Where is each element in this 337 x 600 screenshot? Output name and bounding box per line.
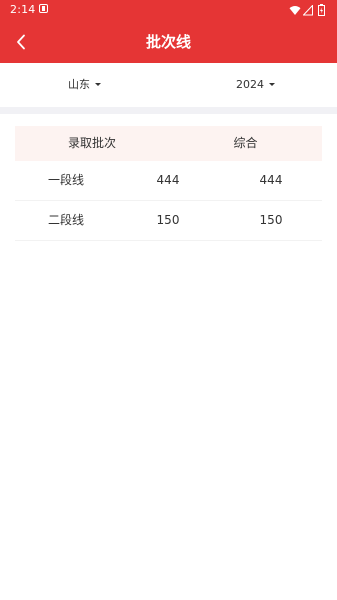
header-batch: 录取批次	[67, 136, 116, 150]
battery-icon	[318, 4, 325, 16]
table-row: 一段线 444 444	[15, 161, 322, 201]
year-value: 2024	[236, 78, 264, 91]
row-batch-name: 一段线	[47, 173, 84, 187]
status-icons	[289, 3, 329, 17]
app-bar: 批次线	[0, 20, 337, 63]
batch-line-table: 录取批次 综合 一段线 444 444 二段线 150 150	[15, 126, 322, 241]
province-value: 山东	[68, 78, 90, 91]
status-bar: 2:14	[0, 0, 337, 20]
status-time: 2:14	[10, 3, 36, 16]
table-header: 录取批次 综合	[15, 126, 322, 161]
table-row: 二段线 150 150	[15, 201, 322, 241]
year-dropdown[interactable]: 2024	[236, 76, 275, 94]
row-score: 444	[156, 173, 180, 187]
signal-icon	[303, 5, 313, 16]
app-screen: 2:14 批次线 山东 2024 录取批次 综合 一段线 444 444 二段线…	[0, 0, 337, 600]
row-score: 150	[156, 213, 180, 227]
province-dropdown[interactable]: 山东	[68, 76, 101, 94]
wifi-icon	[289, 5, 301, 15]
row-score: 444	[259, 173, 283, 187]
caret-down-icon	[95, 82, 101, 86]
row-batch-name: 二段线	[47, 213, 84, 227]
caret-down-icon	[269, 82, 275, 86]
page-title: 批次线	[145, 33, 191, 51]
notification-icon	[39, 4, 48, 13]
filter-row: 山东 2024	[0, 63, 337, 107]
row-score: 150	[259, 213, 283, 227]
header-comprehensive: 综合	[233, 136, 258, 150]
section-divider	[0, 107, 337, 114]
